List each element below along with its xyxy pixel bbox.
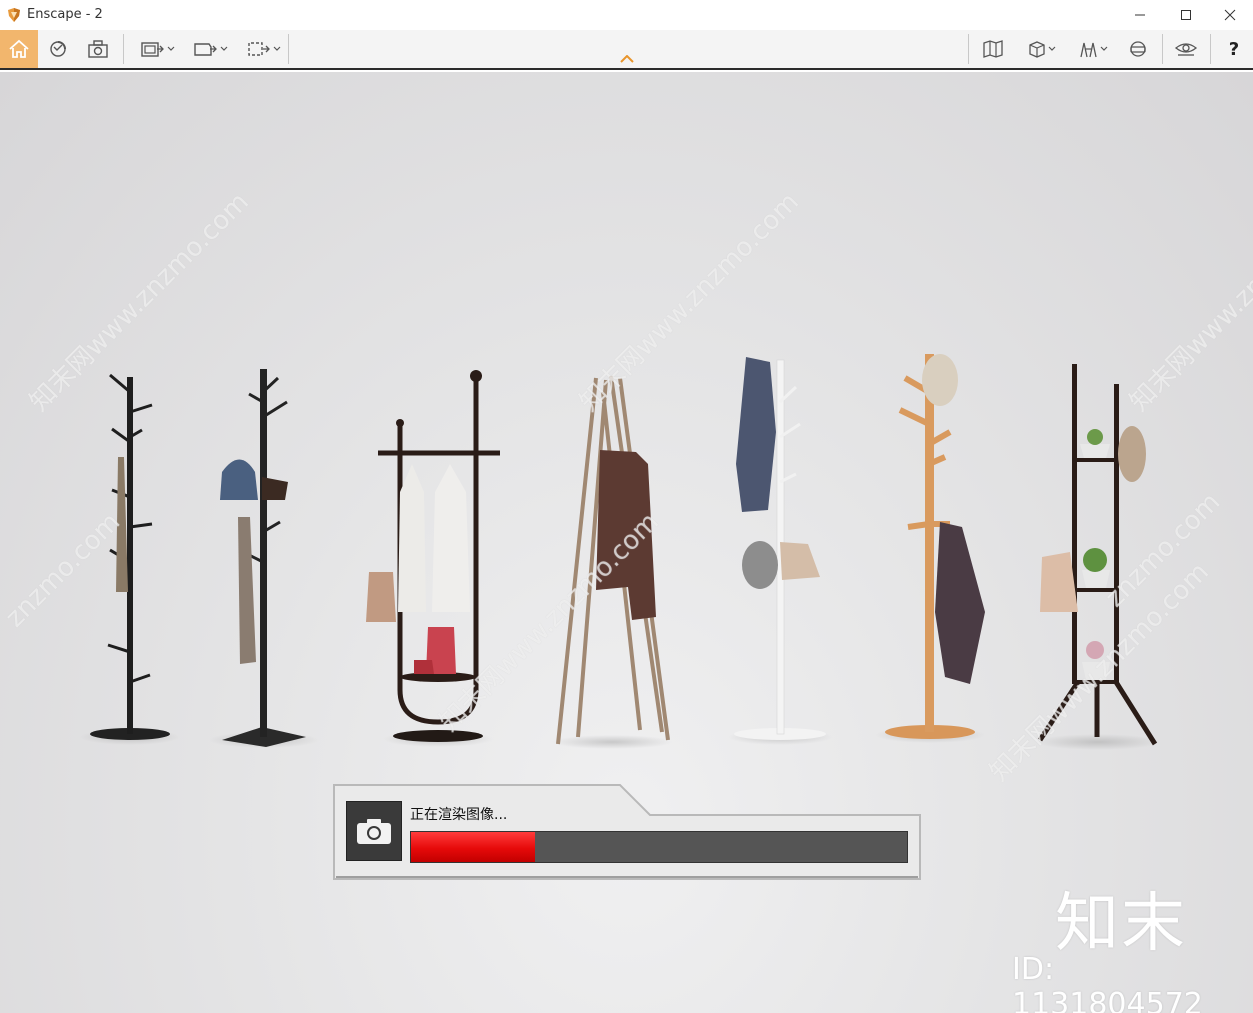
cube-icon [1029, 41, 1045, 58]
image-id-watermark: ID: 1131804572 [1012, 952, 1203, 1013]
home-button[interactable] [0, 30, 38, 68]
video-icon [194, 43, 217, 56]
chevron-down-icon [1100, 46, 1108, 51]
chevron-down-icon [167, 46, 175, 51]
video-button[interactable] [185, 30, 235, 68]
close-button[interactable] [1207, 0, 1253, 30]
screenshot-icon [141, 42, 164, 57]
chevron-down-icon [1048, 46, 1056, 51]
collapse-toolbar-button[interactable] [614, 50, 640, 68]
toolbar-separator [1162, 34, 1163, 64]
close-icon [1224, 9, 1236, 21]
chevron-down-icon [220, 46, 228, 51]
help-button[interactable]: ? [1216, 30, 1252, 68]
chevron-down-icon [273, 46, 281, 51]
home-icon [9, 39, 29, 58]
toolbar-separator [123, 34, 124, 64]
maximize-icon [1181, 10, 1191, 20]
cube-view-button[interactable] [1016, 30, 1066, 68]
export-icon [248, 42, 270, 56]
toolbar-separator [968, 34, 969, 64]
camera-settings-icon [88, 40, 108, 58]
render-progress-dialog: 正在渲染图像... [332, 783, 922, 881]
sync-views-button[interactable] [40, 30, 76, 68]
brand-watermark: 知末 [1055, 887, 1187, 961]
coat-rack-cross-base [209, 369, 319, 748]
screenshot-button[interactable] [132, 30, 182, 68]
render-progress-fill [411, 832, 535, 862]
export-button[interactable] [238, 30, 288, 68]
toolbar-separator [288, 34, 289, 64]
title-bar: Enscape - 2 [0, 0, 1253, 30]
render-progress-bar [410, 831, 908, 863]
map-icon [983, 40, 1003, 58]
map-button[interactable] [975, 30, 1011, 68]
render-status-label: 正在渲染图像... [410, 807, 508, 823]
minimize-button[interactable] [1117, 0, 1163, 30]
people-icon [1080, 42, 1097, 58]
coat-rack-black-tree [80, 373, 180, 745]
maximize-button[interactable] [1163, 0, 1209, 30]
vr-button[interactable] [1120, 30, 1156, 68]
toolbar: ? [0, 30, 1253, 70]
chevron-up-icon [620, 55, 634, 63]
visibility-button[interactable] [1168, 30, 1204, 68]
camera-icon [357, 819, 391, 844]
coat-rack-natural-wood [875, 354, 985, 743]
minimize-icon [1135, 14, 1145, 16]
help-icon: ? [1228, 38, 1240, 60]
toolbar-separator [1210, 34, 1211, 64]
people-button[interactable] [1068, 30, 1118, 68]
camera-icon-box [346, 801, 402, 861]
enscape-logo-icon [8, 8, 20, 22]
sync-icon [50, 41, 66, 57]
capture-settings-button[interactable] [79, 30, 117, 68]
vr-headset-icon [1130, 41, 1146, 57]
eye-icon [1174, 43, 1198, 56]
window-title: Enscape - 2 [27, 7, 103, 22]
coat-rack-white-pole [728, 357, 832, 745]
